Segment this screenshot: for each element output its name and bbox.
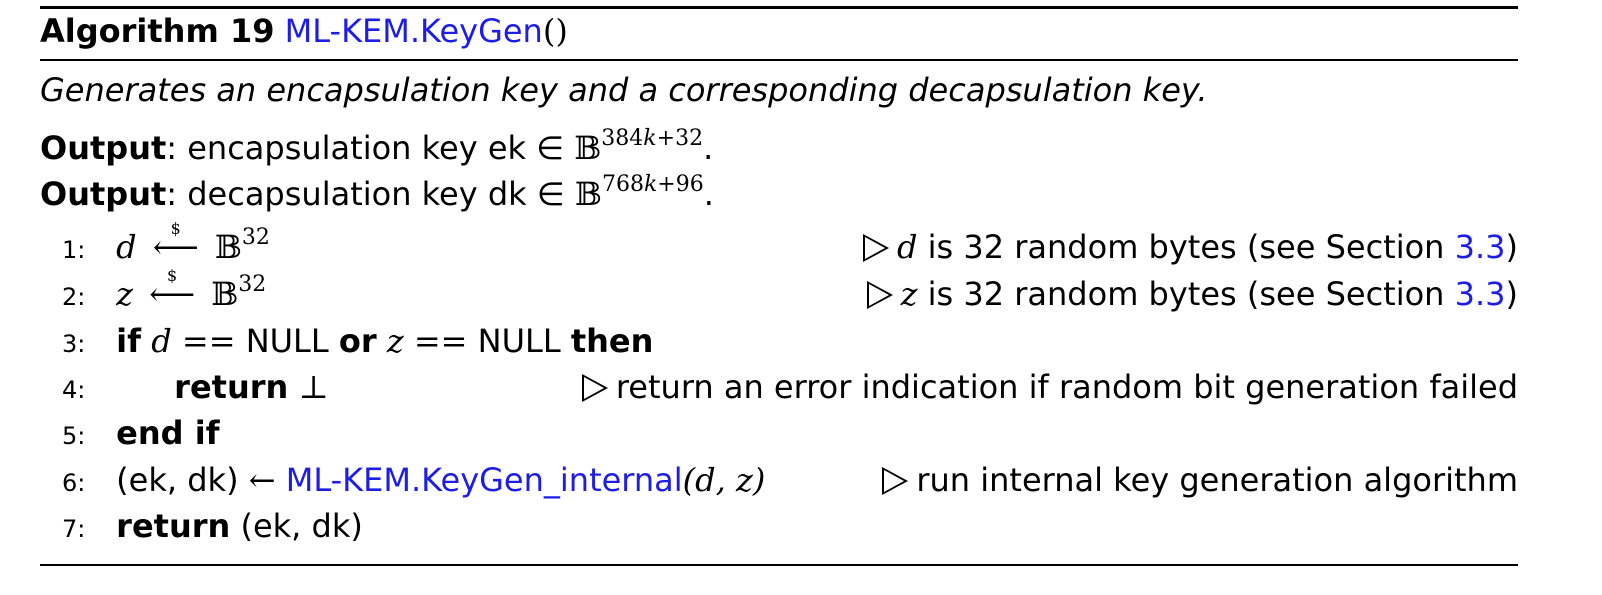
keygen-internal-link[interactable]: ML-KEM.KeyGen_internal: [286, 461, 683, 499]
step-4: 4: return ⊥: [62, 365, 329, 412]
bottom-symbol: ⊥: [298, 368, 329, 406]
output-label: Output: [40, 175, 167, 213]
bottom-rule: [40, 564, 1518, 566]
algorithm-label: Algorithm 19: [40, 12, 275, 50]
random-sample-arrow: $ ⟵: [149, 266, 196, 313]
function-parens: (): [542, 12, 568, 50]
function-name-link[interactable]: ML-KEM.KeyGen: [285, 12, 543, 50]
step-1: 1: d $ ⟵ 𝔹32: [62, 219, 270, 272]
step-7: 7: return (ek, dk): [62, 504, 363, 551]
step-3: 3: if d == NULL or z == NULL then: [62, 319, 653, 366]
comment-step-4: return an error indication if random bit…: [581, 365, 1518, 409]
comment-triangle-icon: [581, 374, 608, 402]
byte-set-symbol: 𝔹: [211, 275, 239, 313]
variable-z: z: [116, 275, 134, 313]
algorithm-header: Algorithm 19 ML-KEM.KeyGen(): [40, 8, 568, 54]
byte-set-symbol: 𝔹: [574, 129, 602, 167]
output-exponent: 768k+96: [601, 172, 704, 197]
comment-step-6: run internal key generation algorithm: [882, 458, 1518, 502]
output-text: : decapsulation key dk ∈: [166, 175, 575, 213]
comment-triangle-icon: [866, 281, 893, 309]
step-number: 4:: [62, 376, 86, 404]
byte-set-symbol: 𝔹: [214, 228, 242, 266]
set-exponent: 32: [238, 272, 267, 297]
section-link[interactable]: 3.3: [1455, 228, 1506, 266]
comment-step-1: d is 32 random bytes (see Section 3.3): [862, 225, 1518, 269]
step-number: 3:: [62, 330, 86, 358]
output-exponent: 384k+32: [601, 126, 704, 151]
step-number: 7:: [62, 515, 86, 543]
step-number: 2:: [62, 283, 86, 311]
algorithm-description: Generates an encapsulation key and a cor…: [40, 71, 1208, 109]
step-6: 6: (ek, dk) ← ML-KEM.KeyGen_internal(d, …: [62, 458, 765, 505]
step-number: 1:: [62, 236, 86, 264]
output-label: Output: [40, 129, 167, 167]
section-link[interactable]: 3.3: [1455, 275, 1506, 313]
output-line-ek: Output: encapsulation key ek ∈ 𝔹384k+32.: [40, 126, 714, 168]
output-line-dk: Output: decapsulation key dk ∈ 𝔹768k+96.: [40, 172, 714, 214]
output-text: : encapsulation key ek ∈: [166, 129, 575, 167]
header-rule: [40, 59, 1518, 61]
byte-set-symbol: 𝔹: [574, 175, 602, 213]
step-2: 2: z $ ⟵ 𝔹32: [62, 266, 267, 319]
comment-triangle-icon: [882, 467, 909, 495]
variable-d: d: [116, 228, 137, 266]
set-exponent: 32: [241, 225, 270, 250]
comment-triangle-icon: [862, 234, 889, 262]
step-5: 5: end if: [62, 411, 220, 458]
step-number: 6:: [62, 469, 86, 497]
comment-step-2: z is 32 random bytes (see Section 3.3): [866, 272, 1518, 316]
step-number: 5:: [62, 422, 86, 450]
